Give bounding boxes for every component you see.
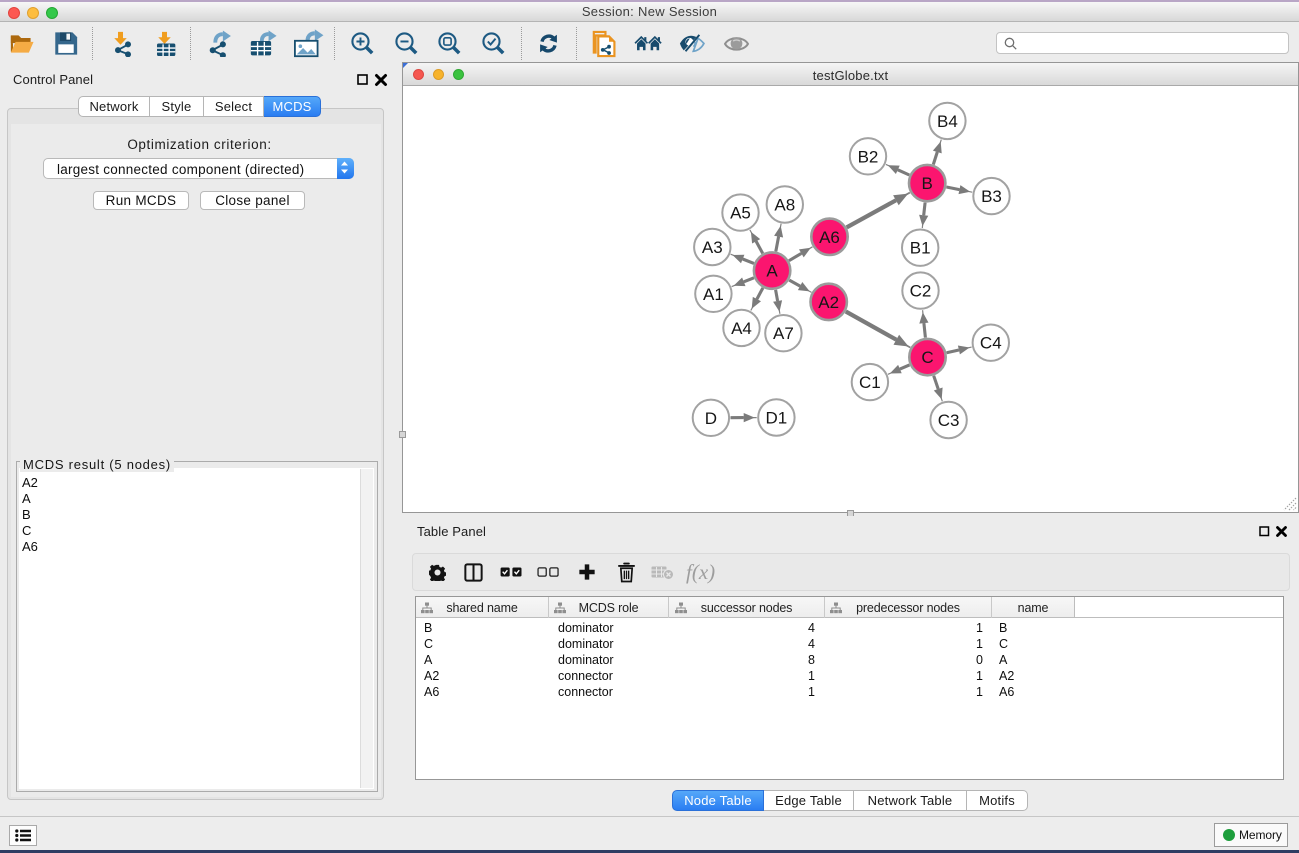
svg-text:C2: C2 <box>910 282 932 301</box>
svg-text:C3: C3 <box>938 411 960 430</box>
svg-text:B: B <box>922 174 933 193</box>
svg-text:A5: A5 <box>730 204 751 223</box>
svg-text:B2: B2 <box>858 147 879 166</box>
svg-text:A7: A7 <box>773 324 794 343</box>
svg-text:A1: A1 <box>703 285 724 304</box>
svg-text:C4: C4 <box>980 334 1002 353</box>
svg-text:A4: A4 <box>731 319 752 338</box>
svg-text:C: C <box>921 348 933 367</box>
svg-text:B4: B4 <box>937 112 958 131</box>
svg-text:A: A <box>766 262 778 281</box>
svg-text:A8: A8 <box>774 196 795 215</box>
svg-text:A6: A6 <box>819 228 840 247</box>
svg-text:D1: D1 <box>766 409 788 428</box>
svg-text:A2: A2 <box>818 293 839 312</box>
svg-text:C1: C1 <box>859 373 881 392</box>
svg-text:B3: B3 <box>981 187 1002 206</box>
svg-text:B1: B1 <box>910 239 931 258</box>
svg-text:D: D <box>705 409 717 428</box>
svg-text:A3: A3 <box>702 238 723 257</box>
